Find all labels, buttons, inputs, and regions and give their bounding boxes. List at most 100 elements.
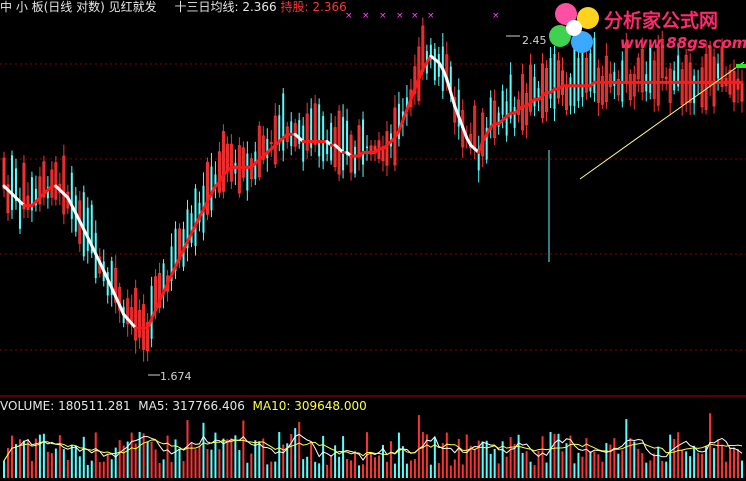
ma13-value: 2.366: [242, 0, 277, 14]
candle-body: [18, 201, 21, 229]
volume-bar: [338, 456, 341, 478]
volume-bar: [697, 452, 700, 478]
candlestick-series: [2, 17, 744, 362]
volume-bar: [657, 446, 660, 478]
volume-bar: [22, 440, 25, 478]
candle-body: [210, 166, 213, 211]
volume-bar: [505, 456, 508, 478]
ma5-label: MA5:: [138, 399, 169, 413]
ma10-value: 309648.000: [294, 399, 367, 413]
volume-bar: [234, 435, 237, 478]
volume-bar: [34, 438, 37, 478]
volume-bar: [397, 432, 400, 478]
candle-body: [269, 142, 273, 145]
volume-bar: [66, 459, 69, 478]
annotation-high: 2.45: [506, 34, 547, 47]
volume-bar: [74, 445, 77, 478]
volume-bar: [377, 455, 380, 478]
candle-body: [433, 48, 436, 81]
signal-marker: ×: [379, 11, 387, 21]
volume-header: VOLUME: 180511.281 MA5: 317766.406 MA10:…: [0, 399, 367, 413]
volume-bar: [330, 455, 333, 478]
volume-bar: [38, 434, 41, 478]
volume-bar: [242, 420, 245, 478]
volume-bar: [469, 445, 472, 478]
volume-bar: [278, 431, 281, 478]
volume-bar: [302, 459, 305, 478]
candle-body: [82, 192, 85, 257]
volume-bar: [433, 437, 436, 478]
volume-bar: [405, 463, 408, 478]
candle-body: [693, 75, 696, 104]
candle-body: [673, 70, 676, 91]
volume-bar: [725, 461, 728, 478]
signal-marker: ×: [492, 11, 500, 21]
volume-bar: [310, 441, 313, 478]
volume-bar: [733, 447, 736, 478]
volume-bar: [633, 441, 636, 478]
volume-bar: [162, 459, 165, 478]
volume-bars: [3, 413, 743, 478]
volume-bar: [645, 462, 648, 478]
candle-body: [717, 63, 720, 79]
volume-bar: [601, 461, 604, 478]
volume-bar: [94, 432, 97, 478]
annotation-low-label: 1.674: [160, 370, 192, 383]
volume-bar: [206, 449, 209, 478]
candle-body: [553, 53, 556, 109]
volume-bar: [529, 461, 532, 478]
volume-bar: [453, 459, 456, 478]
volume-bar: [222, 438, 225, 478]
candle-body: [362, 119, 365, 165]
volume-bar: [709, 413, 712, 478]
volume-bar: [573, 463, 576, 478]
volume-bar: [10, 435, 13, 478]
volume-bar: [525, 451, 528, 478]
volume-bar: [270, 461, 273, 478]
signal-marker: ×: [427, 11, 435, 21]
volume-bar: [413, 459, 416, 478]
volume-bar: [154, 449, 157, 478]
volume-bar: [445, 432, 448, 478]
candle-body: [86, 207, 89, 251]
volume-bar: [429, 464, 432, 478]
volume-bar: [449, 465, 452, 478]
ma10-label: MA10:: [252, 399, 291, 413]
volume-bar: [178, 448, 181, 478]
volume-bar: [637, 448, 640, 478]
volume-bar: [86, 464, 89, 478]
volume-bar: [417, 415, 420, 478]
volume-bar: [489, 453, 492, 478]
volume-bar: [597, 454, 600, 478]
volume-bar: [3, 460, 5, 478]
volume-label: VOLUME:: [0, 399, 55, 413]
volume-bar: [358, 465, 361, 478]
volume-bar: [26, 439, 29, 478]
volume-bar: [689, 456, 692, 478]
volume-bar: [437, 463, 440, 478]
volume-bar: [90, 460, 93, 478]
volume-bar: [549, 431, 552, 478]
volume-bar: [170, 461, 173, 478]
volume-bar: [186, 420, 189, 478]
candle-body: [569, 77, 572, 106]
volume-bar: [517, 434, 520, 478]
candle-body: [533, 76, 536, 107]
volume-bar: [30, 460, 33, 478]
volume-bar: [681, 449, 684, 478]
volume-bar: [362, 464, 365, 478]
volume-bar: [509, 437, 512, 478]
volume-bar: [98, 461, 101, 478]
volume-bar: [246, 462, 249, 478]
volume-bar: [693, 445, 696, 478]
volume-bar: [326, 464, 329, 478]
volume-bar: [393, 463, 396, 478]
volume-bar: [62, 449, 65, 478]
volume-bar: [389, 441, 392, 478]
volume-bar: [533, 465, 536, 478]
signal-marker: ×: [362, 11, 370, 21]
volume-bar: [513, 444, 516, 478]
volume-bar: [118, 440, 121, 478]
candle-body: [342, 116, 345, 171]
volume-bar: [290, 434, 293, 478]
